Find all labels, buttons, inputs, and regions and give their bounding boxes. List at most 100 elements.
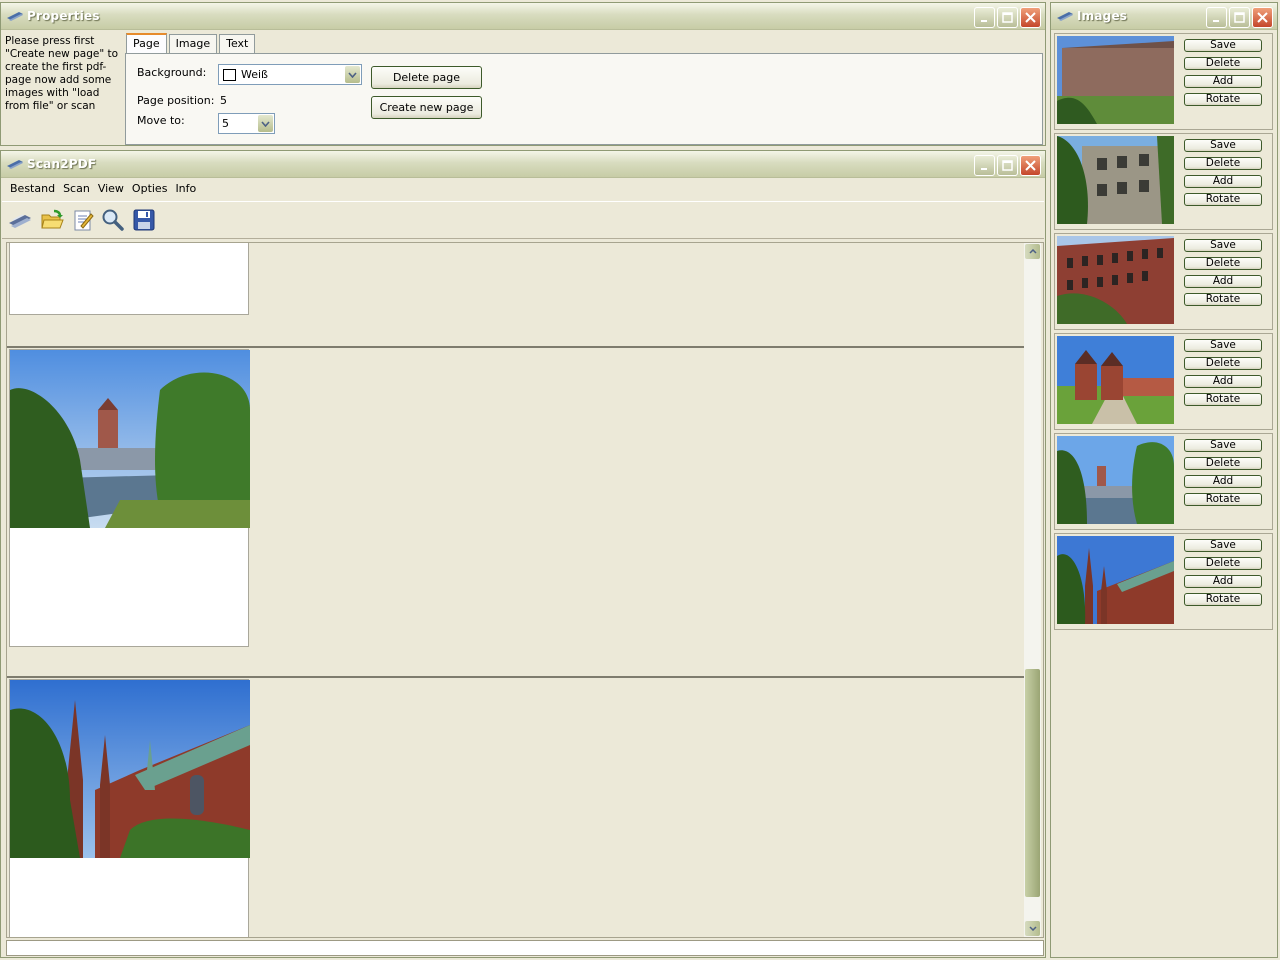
delete-image-button[interactable]: Delete (1184, 457, 1262, 470)
menu-scan[interactable]: Scan (59, 179, 94, 198)
rotate-image-button[interactable]: Rotate (1184, 293, 1262, 306)
image-row[interactable]: Save Delete Add Rotate (1054, 433, 1273, 530)
tab-image[interactable]: Image (168, 34, 218, 54)
image-row[interactable]: Save Delete Add Rotate (1054, 533, 1273, 630)
zoom-icon[interactable] (99, 206, 127, 234)
scanner-icon (7, 160, 23, 169)
page-paper (9, 349, 250, 647)
page-photo-river (10, 350, 250, 528)
chevron-down-icon[interactable] (345, 66, 360, 83)
page-preview[interactable] (7, 243, 1025, 346)
chevron-down-icon[interactable] (258, 115, 273, 132)
save-image-button[interactable]: Save (1184, 539, 1262, 552)
toolbar (2, 201, 1044, 239)
pages-canvas[interactable] (6, 242, 1044, 938)
delete-image-button[interactable]: Delete (1184, 157, 1262, 170)
rotate-image-button[interactable]: Rotate (1184, 93, 1262, 106)
image-row[interactable]: Save Delete Add Rotate (1054, 333, 1273, 430)
delete-image-button[interactable]: Delete (1184, 57, 1262, 70)
move-to-select[interactable]: 5 (218, 113, 275, 134)
scroll-down-button[interactable] (1025, 921, 1040, 936)
maximize-button[interactable] (1229, 7, 1250, 28)
page-paper (9, 679, 250, 937)
add-image-button[interactable]: Add (1184, 75, 1262, 88)
images-window: Images Save Delete Add Rotate Save Delete Add R… (1050, 2, 1278, 958)
tab-page[interactable]: Page (126, 33, 167, 54)
page-position-label: Page position: (137, 94, 215, 107)
minimize-button[interactable] (974, 7, 995, 28)
page-preview[interactable] (7, 676, 1025, 937)
scanner-icon (1057, 12, 1073, 21)
image-thumbnail[interactable] (1057, 336, 1174, 424)
close-button[interactable] (1020, 155, 1041, 176)
add-image-button[interactable]: Add (1184, 175, 1262, 188)
images-titlebar[interactable]: Images (1051, 3, 1277, 30)
background-label: Background: (137, 66, 207, 79)
properties-tabs: Page Image Text (126, 33, 257, 54)
maximize-button[interactable] (997, 155, 1018, 176)
status-bar (6, 940, 1044, 956)
scanner-icon[interactable] (6, 206, 34, 234)
page-position-value: 5 (220, 94, 227, 107)
open-folder-icon[interactable] (38, 206, 66, 234)
maximize-button[interactable] (997, 7, 1018, 28)
rotate-image-button[interactable]: Rotate (1184, 493, 1262, 506)
save-image-button[interactable]: Save (1184, 39, 1262, 52)
save-image-button[interactable]: Save (1184, 139, 1262, 152)
add-image-button[interactable]: Add (1184, 375, 1262, 388)
menu-view[interactable]: View (94, 179, 128, 198)
minimize-button[interactable] (1206, 7, 1227, 28)
delete-image-button[interactable]: Delete (1184, 557, 1262, 570)
background-select[interactable]: Weiß (218, 64, 362, 85)
rotate-image-button[interactable]: Rotate (1184, 593, 1262, 606)
rotate-image-button[interactable]: Rotate (1184, 193, 1262, 206)
add-image-button[interactable]: Add (1184, 575, 1262, 588)
image-row[interactable]: Save Delete Add Rotate (1054, 133, 1273, 230)
image-row[interactable]: Save Delete Add Rotate (1054, 233, 1273, 330)
save-image-button[interactable]: Save (1184, 239, 1262, 252)
delete-image-button[interactable]: Delete (1184, 257, 1262, 270)
delete-image-button[interactable]: Delete (1184, 357, 1262, 370)
image-thumbnail[interactable] (1057, 436, 1174, 524)
rotate-image-button[interactable]: Rotate (1184, 393, 1262, 406)
page-photo-church (10, 680, 250, 858)
scan2pdf-window: Scan2PDF Bestand Scan View Opties Info (0, 150, 1046, 958)
properties-window: Properties Please press first "Create ne… (0, 2, 1046, 146)
move-to-label: Move to: (137, 114, 185, 127)
scan2pdf-titlebar[interactable]: Scan2PDF (1, 151, 1045, 178)
move-to-value: 5 (222, 117, 229, 130)
image-thumbnail[interactable] (1057, 136, 1174, 224)
page-preview[interactable] (7, 346, 1025, 676)
add-image-button[interactable]: Add (1184, 275, 1262, 288)
scroll-up-button[interactable] (1025, 244, 1040, 259)
scanner-icon (7, 12, 23, 21)
background-value: Weiß (241, 68, 268, 81)
color-swatch (223, 69, 236, 81)
edit-icon[interactable] (69, 206, 97, 234)
delete-page-button[interactable]: Delete page (371, 66, 482, 89)
properties-titlebar[interactable]: Properties (1, 3, 1045, 30)
window-title: Images (1077, 9, 1128, 23)
save-image-button[interactable]: Save (1184, 339, 1262, 352)
image-thumbnail[interactable] (1057, 236, 1174, 324)
image-thumbnail[interactable] (1057, 36, 1174, 124)
window-title: Scan2PDF (27, 157, 97, 171)
window-title: Properties (27, 9, 100, 23)
menu-bestand[interactable]: Bestand (6, 179, 59, 198)
close-button[interactable] (1252, 7, 1273, 28)
image-thumbnail[interactable] (1057, 536, 1174, 624)
image-row[interactable]: Save Delete Add Rotate (1054, 33, 1273, 130)
close-button[interactable] (1020, 7, 1041, 28)
instructions-text: Please press first "Create new page" to … (5, 35, 119, 112)
save-image-button[interactable]: Save (1184, 439, 1262, 452)
add-image-button[interactable]: Add (1184, 475, 1262, 488)
page-tab-panel: Background: Weiß Page position: 5 Move t… (125, 53, 1043, 145)
create-new-page-button[interactable]: Create new page (371, 96, 482, 119)
menu-opties[interactable]: Opties (128, 179, 172, 198)
minimize-button[interactable] (974, 155, 995, 176)
tab-text[interactable]: Text (219, 34, 256, 54)
save-disk-icon[interactable] (130, 206, 158, 234)
scrollbar-thumb[interactable] (1025, 669, 1040, 897)
menu-info[interactable]: Info (171, 179, 200, 198)
vertical-scrollbar[interactable] (1024, 243, 1041, 937)
